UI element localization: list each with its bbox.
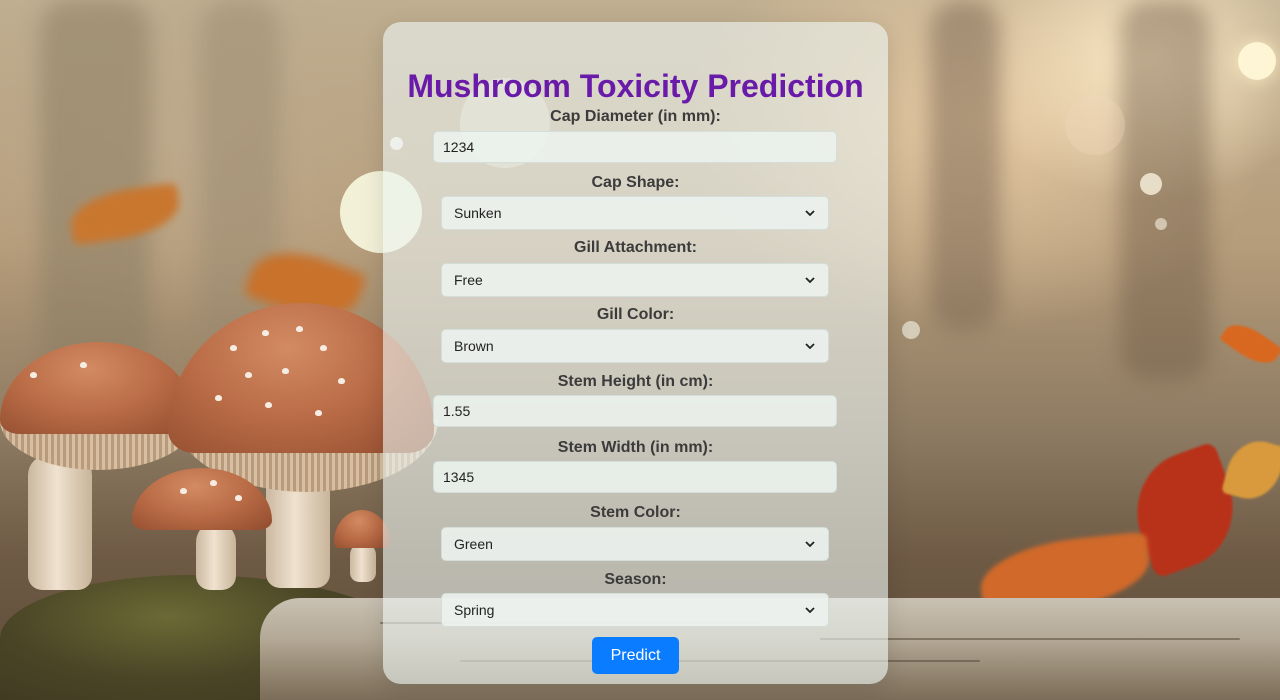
cap-diameter-label: Cap Diameter (in mm): (550, 108, 721, 125)
mushroom-stem (196, 522, 236, 590)
tree-trunk (1120, 0, 1210, 380)
stem-width-label: Stem Width (in mm): (557, 439, 714, 456)
cap-spot (320, 345, 327, 351)
season-label: Season: (604, 571, 667, 588)
bokeh-light (1065, 95, 1125, 155)
cap-spot (210, 480, 217, 486)
gill-color-value: Brown (454, 338, 494, 354)
stem-color-label: Stem Color: (590, 504, 681, 521)
cap-spot (215, 395, 222, 401)
cap-spot (230, 345, 237, 351)
mushroom-cap (334, 510, 390, 548)
bokeh-light (1140, 173, 1162, 195)
cap-spot (296, 326, 303, 332)
gill-color-label: Gill Color: (596, 306, 675, 323)
stem-height-label: Stem Height (in cm): (557, 373, 714, 390)
cap-spot (315, 410, 322, 416)
cap-spot (262, 330, 269, 336)
autumn-leaf (1219, 315, 1280, 373)
bokeh-light (1238, 42, 1276, 80)
chevron-down-icon (805, 541, 815, 548)
cap-spot (282, 368, 289, 374)
chevron-down-icon (805, 343, 815, 350)
season-select[interactable]: Spring (441, 593, 829, 627)
chevron-down-icon (805, 210, 815, 217)
cap-shape-select[interactable]: Sunken (441, 196, 829, 230)
prediction-form-card: Mushroom Toxicity Prediction Cap Diamete… (383, 22, 888, 684)
bokeh-light (902, 321, 920, 339)
tree-trunk (930, 0, 1000, 330)
cap-shape-value: Sunken (454, 205, 502, 221)
stem-width-input[interactable] (433, 461, 837, 493)
gill-attachment-value: Free (454, 272, 483, 288)
cap-spot (265, 402, 272, 408)
cap-spot (338, 378, 345, 384)
gill-attachment-label: Gill Attachment: (574, 239, 697, 256)
season-value: Spring (454, 602, 495, 618)
gill-color-select[interactable]: Brown (441, 329, 829, 363)
cap-diameter-input[interactable] (433, 131, 837, 163)
cap-spot (180, 488, 187, 494)
stem-height-input[interactable] (433, 395, 837, 427)
gill-attachment-select[interactable]: Free (441, 263, 829, 297)
mushroom-cap (0, 342, 196, 434)
page-background: Mushroom Toxicity Prediction Cap Diamete… (0, 0, 1280, 700)
cap-spot (30, 372, 37, 378)
chevron-down-icon (805, 607, 815, 614)
mushroom-stem (350, 542, 376, 582)
page-title: Mushroom Toxicity Prediction (407, 68, 864, 104)
mushroom-stem (28, 455, 92, 590)
cap-spot (235, 495, 242, 501)
chevron-down-icon (805, 277, 815, 284)
cap-spot (245, 372, 252, 378)
bokeh-light (1155, 218, 1167, 230)
cap-shape-label: Cap Shape: (591, 174, 680, 191)
stem-color-value: Green (454, 536, 493, 552)
cap-spot (80, 362, 87, 368)
stem-color-select[interactable]: Green (441, 527, 829, 561)
predict-button[interactable]: Predict (592, 637, 679, 674)
